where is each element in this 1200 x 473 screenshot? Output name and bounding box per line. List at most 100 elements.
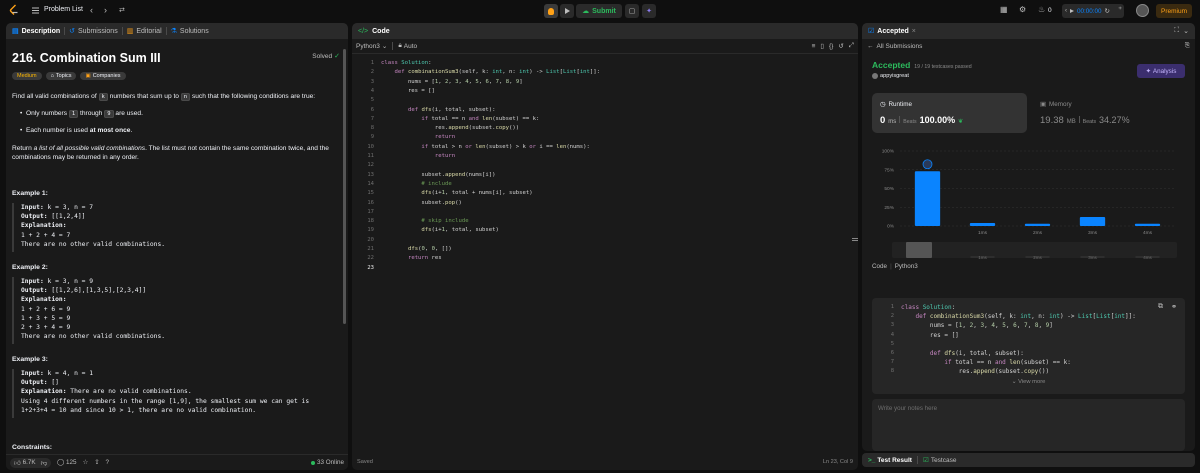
- tab-testcase[interactable]: ☑ Testcase: [922, 456, 956, 465]
- memory-card[interactable]: ▣ Memory 19.38 MB Beats 34.27%: [1032, 93, 1185, 133]
- problem-title[interactable]: 216. Combination Sum III: [12, 51, 161, 65]
- accepted-tab[interactable]: ☑ Accepted ×: [868, 27, 916, 36]
- view-more-button[interactable]: ⌄ View more: [872, 379, 1185, 385]
- code-line: return: [434, 153, 456, 159]
- timer-reset-icon[interactable]: ↻: [1105, 7, 1110, 15]
- example-output: [[1,2,6],[1,3,5],[2,3,4]]: [51, 287, 147, 295]
- format-icon[interactable]: ≡: [812, 43, 816, 50]
- layout-grid-icon[interactable]: ▦: [1000, 5, 1008, 14]
- verdict-label: Accepted: [872, 60, 911, 70]
- tab-description[interactable]: ▤ Description: [12, 27, 60, 36]
- submitter[interactable]: appyisgreat: [872, 73, 909, 79]
- runtime-distribution-chart[interactable]: 100% 75% 50% 25% 0% 1ms 2ms 3ms 4ms 1ms 2ms 3ms 4ms: [870, 135, 1190, 270]
- line-number: 15: [367, 190, 374, 197]
- username: appyisgreat: [880, 73, 909, 79]
- notes-icon[interactable]: ▢: [625, 4, 639, 18]
- topics-chip[interactable]: ⌂ Topics: [45, 72, 77, 80]
- runtime-card[interactable]: ◷ Runtime 0 ms Beats 100.00% ❦: [872, 93, 1027, 133]
- tab-editorial-label: Editorial: [136, 27, 162, 35]
- tab-test-result[interactable]: >_ Test Result: [868, 457, 912, 464]
- share-icon[interactable]: ⇪: [94, 459, 99, 466]
- help-icon[interactable]: ?: [105, 459, 109, 466]
- bar[interactable]: [969, 223, 996, 226]
- bug-icon: [548, 7, 554, 15]
- solved-status: Solved ✓: [312, 52, 340, 61]
- comment-icon: ◯: [56, 459, 65, 466]
- bar[interactable]: [1024, 223, 1051, 226]
- overview-window-handle: [906, 242, 932, 258]
- problem-intro: Find all valid combinations of k numbers…: [12, 92, 342, 102]
- streak-flame-icon[interactable]: ♨: [1038, 5, 1045, 14]
- cloud-upload-icon: ☁: [582, 8, 590, 15]
- collapse-icon[interactable]: ⌄: [1183, 27, 1189, 35]
- notes-area[interactable]: Write your notes here: [872, 399, 1185, 451]
- comments-button[interactable]: ◯ 125: [57, 459, 77, 466]
- code-line: def combinationSum3(self, k: int, n: int…: [394, 69, 601, 76]
- run-button[interactable]: [560, 4, 574, 18]
- bar[interactable]: [1079, 217, 1106, 226]
- star-icon[interactable]: ☆: [83, 459, 89, 466]
- line-number: 13: [367, 171, 374, 178]
- intro-text: Find all valid combinations of: [12, 93, 97, 100]
- code-icon: </>: [358, 27, 369, 35]
- share-link-icon[interactable]: ⎘: [1185, 42, 1190, 50]
- explanation-line: 1 + 2 + 4 = 7: [21, 231, 71, 239]
- intro-text: numbers that sum up to: [109, 93, 179, 100]
- y-tick-label: 75%: [884, 167, 894, 173]
- sparkle-icon[interactable]: ✦: [642, 4, 656, 18]
- close-icon[interactable]: ×: [912, 28, 916, 35]
- tab-solutions[interactable]: ⚗ Solutions: [171, 27, 209, 36]
- shuffle-icon[interactable]: ⇄: [119, 6, 125, 14]
- companies-chip[interactable]: ▣ Companies: [80, 72, 126, 80]
- line-number: 10: [367, 143, 374, 150]
- add-friend-icon[interactable]: ⁺: [1118, 5, 1122, 14]
- toolbar-divider: [392, 42, 394, 50]
- expand-icon[interactable]: ⤢: [849, 42, 854, 50]
- y-tick-label: 50%: [884, 186, 894, 192]
- difficulty-badge[interactable]: Medium: [12, 72, 42, 80]
- timer-play-icon[interactable]: [1070, 9, 1074, 13]
- bar[interactable]: [914, 171, 941, 226]
- debug-button[interactable]: [544, 4, 558, 18]
- braces-icon[interactable]: {}: [829, 43, 833, 50]
- back-arrow-icon[interactable]: ←: [867, 43, 874, 50]
- tab-editorial[interactable]: ▥ Editorial: [126, 27, 162, 36]
- description-scrollbar[interactable]: [343, 49, 346, 324]
- maximize-icon[interactable]: ⛶: [1174, 27, 1179, 35]
- link-icon[interactable]: ⚭: [1171, 303, 1177, 311]
- collapse-timer-icon[interactable]: ‹: [1065, 8, 1067, 14]
- code-line: res = []: [381, 87, 435, 94]
- reset-icon[interactable]: ↺: [838, 42, 843, 50]
- copy-icon[interactable]: ⧉: [1158, 303, 1163, 311]
- condition-bullet: • Only numbers 1 through 9 are used.: [20, 110, 143, 118]
- next-problem-icon[interactable]: ›: [104, 5, 107, 15]
- bar[interactable]: [1134, 223, 1161, 226]
- tab-submissions[interactable]: ↺ Submissions: [69, 27, 118, 36]
- all-submissions-link[interactable]: All Submissions: [877, 43, 923, 50]
- code-editor[interactable]: 1 class Solution: 2 def combinationSum3(se…: [352, 56, 858, 451]
- problem-list-icon[interactable]: [31, 6, 40, 15]
- return-text: Return: [12, 145, 32, 152]
- analysis-button[interactable]: ✦ Analysis: [1137, 64, 1185, 78]
- leetcode-logo-icon[interactable]: [9, 4, 19, 17]
- editor-divider-handle[interactable]: [852, 238, 858, 241]
- avatar[interactable]: [1136, 4, 1149, 17]
- code-preview[interactable]: ⧉ ⚭ ⌄ View more 1 class Solution: 2 def co…: [872, 298, 1185, 394]
- code-line: if total > n or len(subset) > k or i == …: [421, 143, 590, 150]
- check-square-icon: ☑: [922, 457, 929, 464]
- bookmark-icon[interactable]: ▯: [820, 42, 824, 50]
- bullet-text: .: [130, 127, 133, 134]
- mode-select[interactable]: 🔒︎ Auto: [398, 42, 417, 50]
- editorial-icon: ▥: [126, 28, 134, 35]
- problem-list-link[interactable]: Problem List: [44, 6, 83, 13]
- language-select[interactable]: Python3 ⌄: [356, 42, 387, 51]
- prev-problem-icon[interactable]: ‹: [90, 5, 93, 15]
- submit-button[interactable]: ☁ Submit: [576, 4, 622, 18]
- settings-gear-icon[interactable]: ⚙: [1019, 5, 1026, 14]
- premium-button[interactable]: Premium: [1156, 4, 1192, 18]
- line-number: 14: [367, 180, 374, 187]
- output-label: Output:: [21, 287, 48, 295]
- thumbs-down-icon[interactable]: 👎︎: [41, 459, 47, 467]
- constraints-heading: Constraints:: [12, 444, 53, 451]
- like-button[interactable]: 👍︎ 6.7K 👎︎: [10, 457, 51, 468]
